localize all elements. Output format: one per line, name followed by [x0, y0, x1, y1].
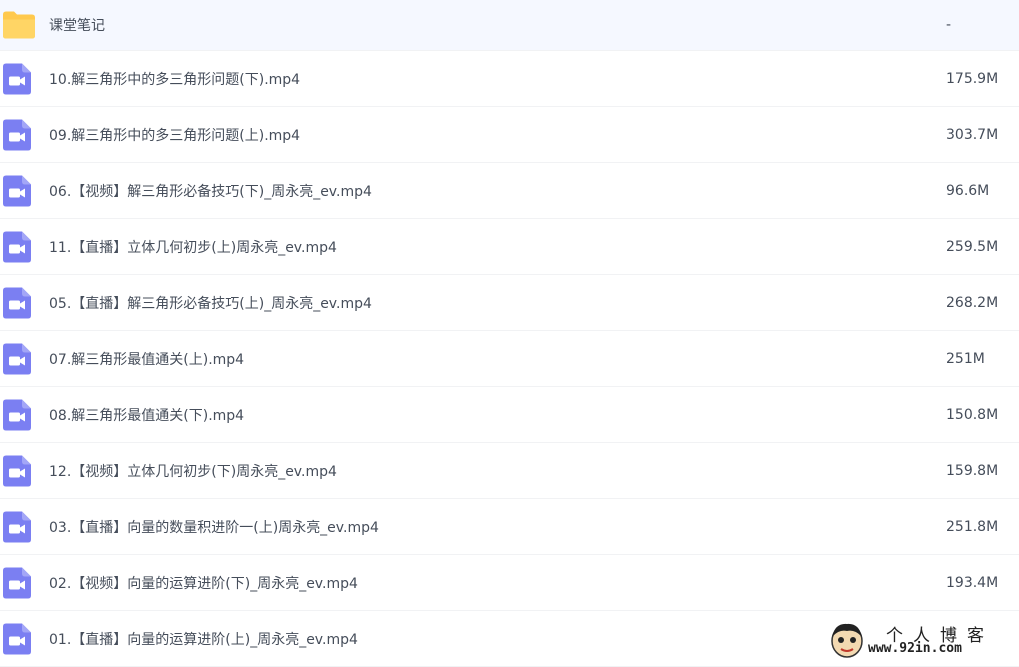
video-file-icon	[3, 119, 31, 150]
video-file-icon	[3, 455, 31, 486]
file-name: 02.【视频】向量的运算进阶(下)_周永亮_ev.mp4	[49, 575, 358, 592]
file-row[interactable]: 02.【视频】向量的运算进阶(下)_周永亮_ev.mp4 193.4M	[0, 555, 1019, 611]
file-name: 10.解三角形中的多三角形问题(下).mp4	[49, 71, 301, 88]
video-file-icon	[3, 63, 31, 94]
file-name: 09.解三角形中的多三角形问题(上).mp4	[49, 127, 301, 144]
folder-row[interactable]: 课堂笔记 -	[0, 0, 1019, 51]
video-file-icon	[3, 231, 31, 262]
file-row[interactable]: 11.【直播】立体几何初步(上)周永亮_ev.mp4 259.5M	[0, 219, 1019, 275]
file-size: 251.8M	[946, 518, 999, 535]
video-file-icon	[3, 511, 31, 542]
file-row[interactable]: 03.【直播】向量的数量积进阶一(上)周永亮_ev.mp4 251.8M	[0, 499, 1019, 555]
file-name: 12.【视频】立体几何初步(下)周永亮_ev.mp4	[49, 463, 337, 480]
folder-icon	[3, 11, 35, 39]
file-size: 251M	[946, 350, 985, 367]
file-name: 03.【直播】向量的数量积进阶一(上)周永亮_ev.mp4	[49, 519, 379, 536]
file-name: 课堂笔记	[49, 18, 105, 34]
file-size: 303.7M	[946, 126, 999, 143]
file-row[interactable]: 07.解三角形最值通关(上).mp4 251M	[0, 331, 1019, 387]
file-size: 268.2M	[946, 294, 999, 311]
file-size: 96.6M	[946, 182, 990, 199]
file-row[interactable]: 06.【视频】解三角形必备技巧(下)_周永亮_ev.mp4 96.6M	[0, 163, 1019, 219]
video-file-icon	[3, 623, 31, 654]
cartoon-face-icon	[831, 623, 863, 658]
file-row[interactable]: 10.解三角形中的多三角形问题(下).mp4 175.9M	[0, 51, 1019, 107]
video-file-icon	[3, 287, 31, 318]
file-row[interactable]: 09.解三角形中的多三角形问题(上).mp4 303.7M	[0, 107, 1019, 163]
video-file-icon	[3, 567, 31, 598]
file-size: -	[946, 17, 952, 33]
file-size: 159.8M	[946, 462, 999, 479]
watermark-url: www.92in.com	[868, 641, 962, 656]
video-file-icon	[3, 399, 31, 430]
video-file-icon	[3, 175, 31, 206]
file-row[interactable]: 12.【视频】立体几何初步(下)周永亮_ev.mp4 159.8M	[0, 443, 1019, 499]
file-size: 175.9M	[946, 70, 999, 87]
file-name: 11.【直播】立体几何初步(上)周永亮_ev.mp4	[49, 239, 337, 256]
file-name: 08.解三角形最值通关(下).mp4	[49, 407, 245, 424]
file-name: 05.【直播】解三角形必备技巧(上)_周永亮_ev.mp4	[49, 295, 372, 312]
file-row[interactable]: 08.解三角形最值通关(下).mp4 150.8M	[0, 387, 1019, 443]
file-size: 259.5M	[946, 238, 999, 255]
file-row[interactable]: 05.【直播】解三角形必备技巧(上)_周永亮_ev.mp4 268.2M	[0, 275, 1019, 331]
file-name: 07.解三角形最值通关(上).mp4	[49, 351, 245, 368]
file-name: 06.【视频】解三角形必备技巧(下)_周永亮_ev.mp4	[49, 183, 372, 200]
file-size: 150.8M	[946, 406, 999, 423]
watermark: 个人博客 www.92in.com	[824, 619, 1019, 661]
file-size: 193.4M	[946, 574, 999, 591]
video-file-icon	[3, 343, 31, 374]
file-list: 课堂笔记 - 10.解三角形中的多三角形问题(下).mp4 175.9M 09.…	[0, 0, 1019, 667]
file-name: 01.【直播】向量的运算进阶(上)_周永亮_ev.mp4	[49, 631, 358, 648]
